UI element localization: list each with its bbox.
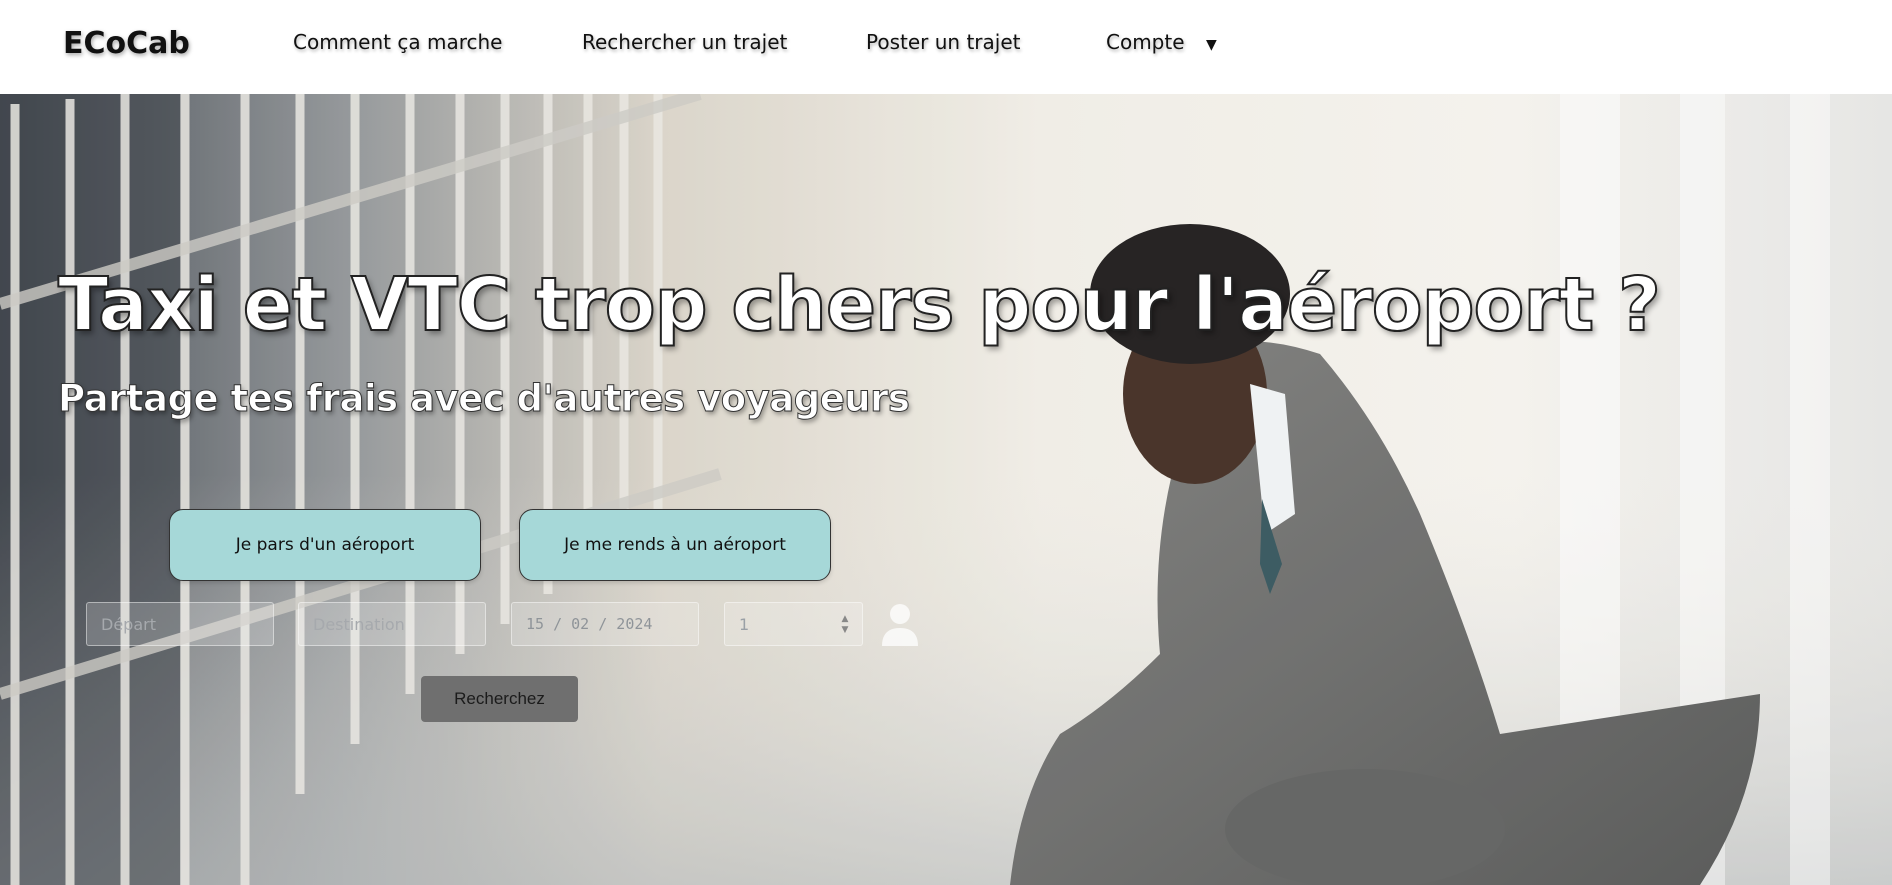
nav-how-it-works[interactable]: Comment ça marche (293, 30, 502, 54)
destination-input[interactable] (311, 613, 473, 635)
hero-section: Taxi et VTC trop chers pour l'aéroport ?… (0, 94, 1892, 885)
hero-background-image (0, 94, 1892, 885)
departure-field (86, 602, 274, 646)
chevron-down-icon[interactable]: ▼ (838, 625, 852, 636)
departure-input[interactable] (99, 613, 261, 635)
caret-down-icon[interactable]: ▼ (1206, 37, 1217, 53)
chevron-up-icon[interactable]: ▲ (838, 614, 852, 625)
navbar: ECoCab Comment ça marche Rechercher un t… (0, 0, 1892, 94)
passengers-field: ▲ ▼ (724, 602, 863, 646)
user-icon (880, 602, 920, 648)
destination-field (298, 602, 486, 646)
passenger-stepper[interactable]: ▲ ▼ (838, 614, 852, 636)
date-field (511, 602, 699, 646)
nav-account[interactable]: Compte (1106, 30, 1185, 54)
nav-post-trip[interactable]: Poster un trajet (866, 30, 1020, 54)
brand-logo[interactable]: ECoCab (63, 26, 190, 61)
hero-subheadline: Partage tes frais avec d'autres voyageur… (57, 377, 910, 421)
hero-headline: Taxi et VTC trop chers pour l'aéroport ? (57, 261, 1662, 349)
from-airport-button[interactable]: Je pars d'un aéroport (169, 509, 481, 581)
date-input[interactable] (524, 614, 686, 634)
nav-search-trip[interactable]: Rechercher un trajet (582, 30, 787, 54)
search-submit-button[interactable]: Recherchez (421, 676, 578, 722)
passengers-input[interactable] (737, 613, 850, 635)
to-airport-button[interactable]: Je me rends à un aéroport (519, 509, 831, 581)
